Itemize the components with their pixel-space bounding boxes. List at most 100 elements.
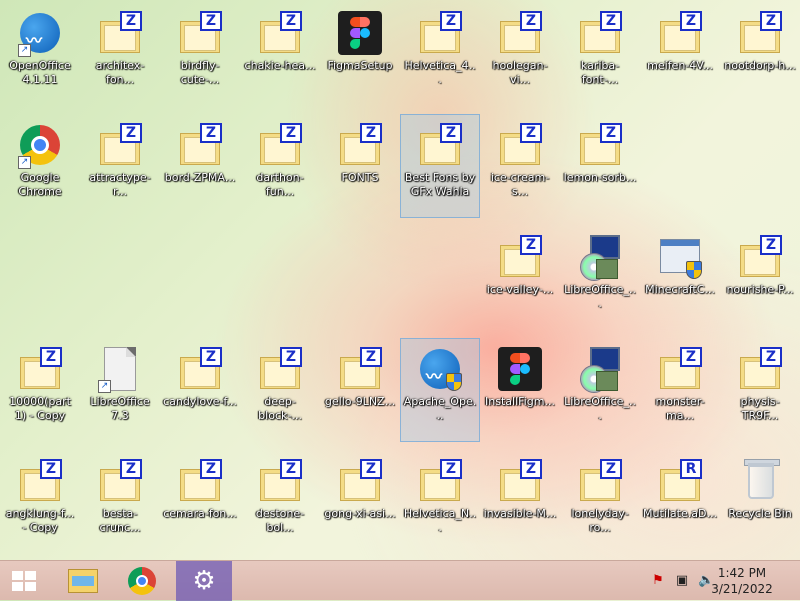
- desktop-icon-architex-fon[interactable]: Zarchitex-fon...: [80, 2, 160, 106]
- desktop-icon-label: meifen-4V...: [647, 59, 713, 72]
- gear-icon: ⚙: [192, 566, 216, 596]
- desktop-icon-label: cemara-fon...: [163, 507, 237, 520]
- desktop-icon-candylove-f[interactable]: Zcandylove-f...: [160, 338, 240, 442]
- application-icon: [656, 233, 704, 281]
- desktop-icon-label: lonelyday-ro...: [571, 507, 629, 534]
- desktop-icon-label: Google Chrome: [18, 171, 62, 198]
- desktop-icon-nootdorp-h[interactable]: Znootdorp-h...: [720, 2, 800, 106]
- desktop-icon-label: Recycle Bin: [728, 507, 792, 520]
- font-z-badge-icon: Z: [40, 347, 62, 367]
- font-z-badge-icon: Z: [440, 459, 462, 479]
- desktop-icon-gong-xi-asi[interactable]: Zgong-xi-asi...: [320, 450, 400, 554]
- desktop-icon-label: InstallFigm...: [485, 395, 555, 408]
- font-z-badge-icon: Z: [280, 347, 302, 367]
- font-z-badge-icon: Z: [120, 11, 142, 31]
- action-center-flag-icon[interactable]: ⚑: [650, 573, 666, 589]
- shortcut-arrow-icon: ↗: [18, 44, 31, 57]
- desktop-icon-invasible-m[interactable]: Zinvasible-M...: [480, 450, 560, 554]
- desktop-icon-meifen-4v[interactable]: Zmeifen-4V...: [640, 2, 720, 106]
- desktop-icon-label: ice-valley-...: [486, 283, 554, 296]
- network-icon[interactable]: ▣: [674, 573, 690, 589]
- desktop-icon-chakie-hea[interactable]: Zchakie-hea...: [240, 2, 320, 106]
- font-file-icon: Z: [656, 345, 704, 393]
- desktop-icon-figmasetup[interactable]: FigmaSetup: [320, 2, 400, 106]
- font-z-badge-icon: Z: [600, 11, 622, 31]
- desktop-icon-lonelyday-ro[interactable]: Zlonelyday-ro...: [560, 450, 640, 554]
- desktop-icon-label: OpenOffice 4.1.11: [9, 59, 71, 86]
- desktop-icon-ice-valley[interactable]: Zice-valley-...: [480, 226, 560, 330]
- desktop-icon-deep-block[interactable]: Zdeep-block-...: [240, 338, 320, 442]
- desktop-icon-10000-part-1-copy[interactable]: Z 10000(part 1) - Copy: [0, 338, 80, 442]
- desktop-icon-gello-9lnz[interactable]: Zgello-9LNZ...: [320, 338, 400, 442]
- desktop-icon-hoolegan-vi[interactable]: Zhoolegan-vi...: [480, 2, 560, 106]
- font-z-badge-icon: Z: [360, 347, 382, 367]
- desktop-icon-bord-zpma[interactable]: Zbord-ZPMA...: [160, 114, 240, 218]
- font-z-badge-icon: Z: [680, 11, 702, 31]
- taskbar-file-explorer-button[interactable]: [54, 561, 110, 601]
- desktop-icon-darthon-fun[interactable]: Zdarthon-fun...: [240, 114, 320, 218]
- font-z-badge-icon: Z: [520, 123, 542, 143]
- desktop-icon-label: Helvetica_N...: [403, 507, 477, 534]
- font-z-badge-icon: Z: [280, 11, 302, 31]
- taskbar: ⚙ ⚑ ▣ 🔈 1:42 PM 3/21/2022: [0, 560, 800, 601]
- openoffice-setup-icon: 〰: [416, 345, 464, 393]
- desktop-icon-helvetica-4[interactable]: Z Helvetica_4...: [400, 2, 480, 106]
- desktop-icon-mutilate-ad[interactable]: R Mutilate.aD...: [640, 450, 720, 554]
- font-z-badge-icon: Z: [680, 347, 702, 367]
- desktop-icon-apache-ope[interactable]: 〰 Apache_Ope...: [400, 338, 480, 442]
- desktop-icon-label: Apache_Ope...: [403, 395, 477, 422]
- desktop-icon-google-chrome[interactable]: ↗ Google Chrome: [0, 114, 80, 218]
- desktop-icon-label: lemon-sorb...: [563, 171, 637, 184]
- font-z-badge-icon: Z: [40, 459, 62, 479]
- font-file-icon: Z: [336, 457, 384, 505]
- desktop-icon-fonts[interactable]: Z FONTS: [320, 114, 400, 218]
- figma-icon: [336, 9, 384, 57]
- font-z-badge-icon: Z: [280, 459, 302, 479]
- desktop-icon-helvetica-n[interactable]: Z Helvetica_N...: [400, 450, 480, 554]
- font-z-badge-icon: Z: [120, 459, 142, 479]
- font-file-icon: Z: [416, 9, 464, 57]
- taskbar-chrome-button[interactable]: [114, 561, 170, 601]
- font-z-badge-icon: Z: [760, 347, 782, 367]
- desktop-icon-kariba-font[interactable]: Zkariba-font-...: [560, 2, 640, 106]
- font-z-badge-icon: Z: [200, 11, 222, 31]
- desktop-icon-minecraftc[interactable]: MinecraftC...: [640, 226, 720, 330]
- desktop-icon-destone-bol[interactable]: Zdestone-bol...: [240, 450, 320, 554]
- desktop-icon-monster-ma[interactable]: Zmonster-ma...: [640, 338, 720, 442]
- desktop-icon-libreoffice-7-3[interactable]: ↗ LibreOffice 7.3: [80, 338, 160, 442]
- desktop-icon-recycle-bin[interactable]: Recycle Bin: [720, 450, 800, 554]
- start-button[interactable]: [0, 561, 48, 601]
- desktop-icon-lemon-sorb[interactable]: Zlemon-sorb...: [560, 114, 640, 218]
- desktop-icon-installfigm[interactable]: InstallFigm...: [480, 338, 560, 442]
- desktop-icon-libreoffice[interactable]: LibreOffice_...: [560, 338, 640, 442]
- desktop-icon-besta-crunc[interactable]: Zbesta-crunc...: [80, 450, 160, 554]
- font-z-badge-icon: Z: [200, 347, 222, 367]
- desktop-icon-nourishe-p[interactable]: Znourishe-P...: [720, 226, 800, 330]
- font-file-icon: Z: [16, 457, 64, 505]
- desktop-icon-birdfly-cute[interactable]: Zbirdfly-cute-...: [160, 2, 240, 106]
- desktop-icon-ice-cream-s[interactable]: Zice-cream-s...: [480, 114, 560, 218]
- desktop-icon-label: destone-bol...: [255, 507, 305, 534]
- desktop-icon-label: monster-ma...: [655, 395, 705, 422]
- font-z-badge-icon: Z: [280, 123, 302, 143]
- desktop-icon-angklung-f-copy[interactable]: Zangklung-f... - Copy: [0, 450, 80, 554]
- desktop-icon-label: kariba-font-...: [580, 59, 620, 86]
- chrome-icon: ↗: [16, 121, 64, 169]
- desktop-icon-label: FONTS: [341, 171, 379, 184]
- desktop-icon-openoffice-4-1-11[interactable]: 〰 ↗ OpenOffice 4.1.11: [0, 2, 80, 106]
- desktop-icon-cemara-fon[interactable]: Zcemara-fon...: [160, 450, 240, 554]
- desktop-icon-libreoffice[interactable]: LibreOffice_...: [560, 226, 640, 330]
- figma-icon: [496, 345, 544, 393]
- font-z-badge-icon: Z: [200, 459, 222, 479]
- font-z-badge-icon: Z: [760, 235, 782, 255]
- desktop-icon-best-fons-by-gfx-wahla[interactable]: Z Best Fons by GFx Wahla: [400, 114, 480, 218]
- font-file-icon: Z: [576, 121, 624, 169]
- desktop-icon-label: gello-9LNZ...: [324, 395, 396, 408]
- desktop-icon-attractype-r[interactable]: Zattractype-r...: [80, 114, 160, 218]
- taskbar-settings-button[interactable]: ⚙: [176, 561, 232, 601]
- clock[interactable]: 1:42 PM 3/21/2022: [702, 565, 782, 597]
- font-file-icon: Z: [336, 121, 384, 169]
- desktop-icon-label: 10000(part 1) - Copy: [9, 395, 71, 422]
- font-file-icon: Z: [96, 121, 144, 169]
- desktop-icon-physis-tr9f[interactable]: Zphysis-TR9F...: [720, 338, 800, 442]
